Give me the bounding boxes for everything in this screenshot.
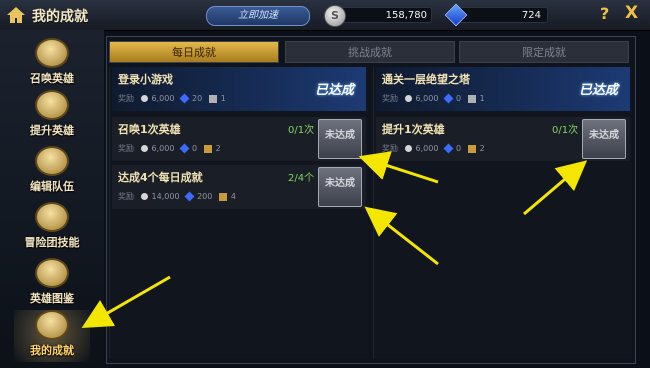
annotation-arrows xyxy=(81,151,588,328)
arrow-to-claim-1 xyxy=(358,151,439,184)
arrow-to-achievement xyxy=(81,275,171,328)
arrow-to-claim-3 xyxy=(523,160,588,216)
arrow-to-claim-2 xyxy=(364,206,439,266)
